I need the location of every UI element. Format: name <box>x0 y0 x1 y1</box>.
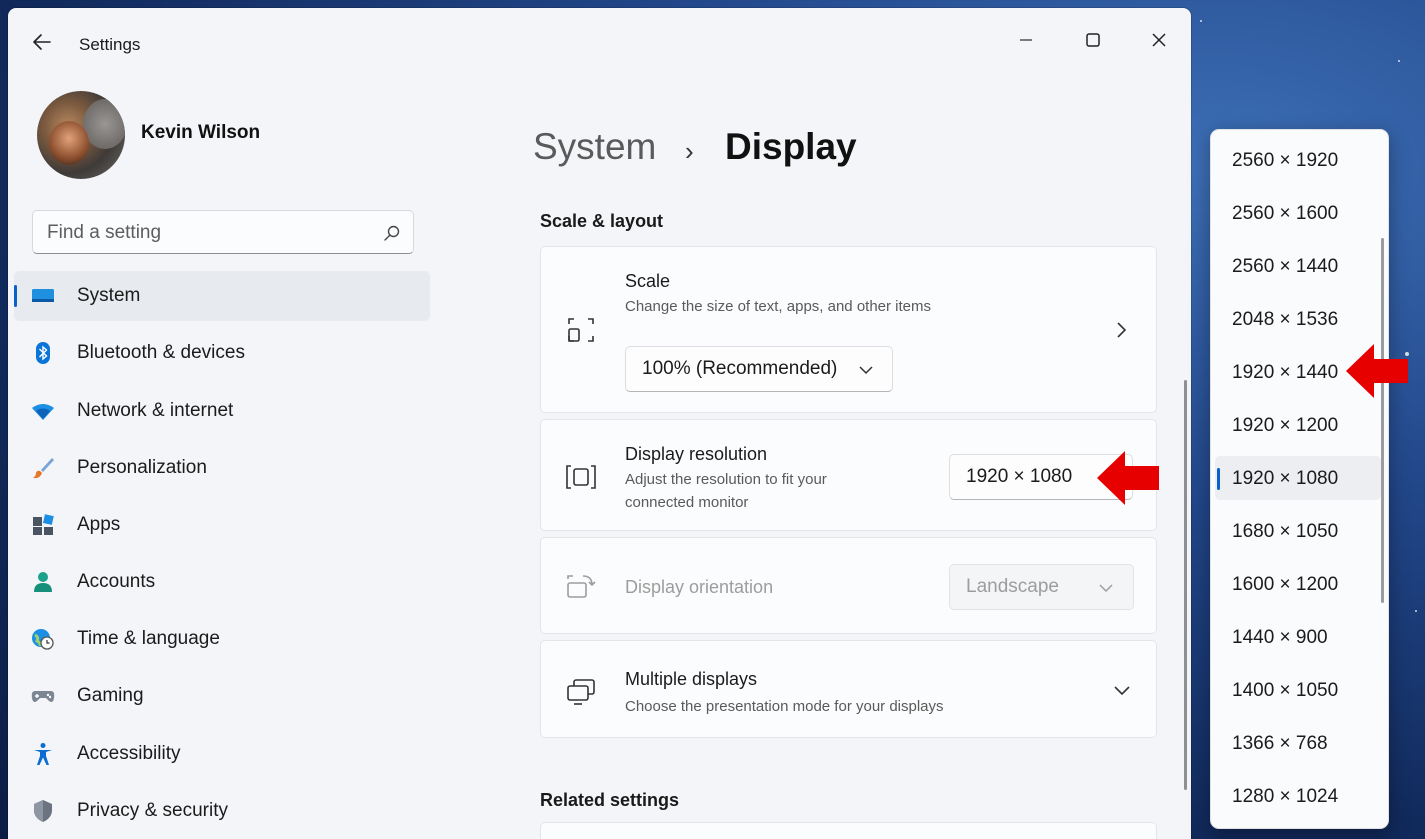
section-title-related: Related settings <box>540 790 680 810</box>
star <box>1398 60 1400 62</box>
resolution-option[interactable]: 2560 × 1600 <box>1215 191 1381 235</box>
minimize-icon <box>1020 39 1032 41</box>
sidebar-item-network[interactable]: Network & internet <box>14 386 430 436</box>
maximize-icon <box>1086 33 1100 47</box>
sidebar-item-label: Network & internet <box>77 400 234 421</box>
resolution-subtitle-2: connected monitor <box>625 494 749 511</box>
title-bar: Settings <box>8 8 1191 80</box>
chevron-down-icon <box>859 366 873 375</box>
scale-dropdown[interactable]: 100% (Recommended) <box>625 346 893 392</box>
selected-indicator <box>1217 468 1220 490</box>
main-scrollbar[interactable] <box>1184 380 1187 790</box>
multiple-displays-icon <box>567 679 595 705</box>
resolution-option[interactable]: 1440 × 900 <box>1215 615 1381 659</box>
resolution-option-selected[interactable]: 1920 × 1080 <box>1215 456 1381 500</box>
search-input[interactable]: Find a setting <box>32 210 414 254</box>
sidebar-item-accessibility[interactable]: Accessibility <box>14 729 430 779</box>
resolution-option[interactable]: 2048 × 1536 <box>1215 297 1381 341</box>
breadcrumb-parent[interactable]: System <box>533 126 656 168</box>
search-icon[interactable] <box>383 224 401 242</box>
sidebar-item-label: Accounts <box>77 571 156 592</box>
orientation-card: Display orientation Landscape <box>540 537 1157 634</box>
star <box>1200 20 1202 22</box>
person-icon <box>34 572 52 592</box>
resolution-dropdown-value: 1920 × 1080 <box>966 466 1073 487</box>
chevron-down-icon[interactable] <box>1113 681 1131 699</box>
section-title-scale-layout: Scale & layout <box>540 211 664 231</box>
sidebar-item-label: Time & language <box>77 628 220 649</box>
flyout-scrollbar[interactable] <box>1381 238 1384 603</box>
chevron-down-icon <box>1099 584 1113 593</box>
scale-subtitle: Change the size of text, apps, and other… <box>625 298 932 315</box>
maximize-button[interactable] <box>1070 20 1116 60</box>
orientation-icon <box>567 575 596 598</box>
back-button[interactable] <box>30 30 54 54</box>
resolution-option[interactable]: 1600 × 1200 <box>1215 562 1381 606</box>
back-arrow-icon <box>33 34 51 50</box>
resolution-option[interactable]: 1366 × 768 <box>1215 721 1381 765</box>
resolution-option[interactable]: 2560 × 1440 <box>1215 244 1381 288</box>
accessibility-icon <box>34 743 52 765</box>
scale-dropdown-value: 100% (Recommended) <box>642 358 838 379</box>
sidebar-item-label: Privacy & security <box>77 800 228 821</box>
resolution-option[interactable]: 1920 × 1200 <box>1215 403 1381 447</box>
annotation-arrow-icon <box>1346 344 1408 398</box>
resolution-option[interactable]: 1280 × 1024 <box>1215 774 1381 818</box>
breadcrumb-separator: › <box>685 136 694 166</box>
gamepad-icon <box>31 691 55 702</box>
resolution-option[interactable]: 2560 × 1920 <box>1215 138 1381 182</box>
annotation-arrow-icon <box>1097 451 1159 505</box>
close-icon <box>1152 33 1166 47</box>
sidebar-item-label: Bluetooth & devices <box>77 342 245 363</box>
active-indicator <box>14 285 17 307</box>
related-settings-card[interactable] <box>540 822 1157 839</box>
resolution-icon <box>566 465 596 489</box>
scale-title: Scale <box>625 271 671 291</box>
user-name: Kevin Wilson <box>141 122 261 143</box>
multiple-displays-card[interactable]: Multiple displays Choose the presentatio… <box>540 640 1157 738</box>
sidebar-item-label: Apps <box>77 514 121 535</box>
shield-icon <box>34 800 52 822</box>
orientation-title: Display orientation <box>625 577 774 597</box>
sidebar-item-label: Accessibility <box>77 743 181 764</box>
scale-icon <box>568 318 594 342</box>
search-placeholder: Find a setting <box>47 222 162 243</box>
apps-icon <box>33 514 54 535</box>
close-button[interactable] <box>1136 20 1182 60</box>
orientation-dropdown-value: Landscape <box>966 576 1059 597</box>
avatar[interactable] <box>37 91 125 179</box>
sidebar-item-accounts[interactable]: Accounts <box>14 557 430 607</box>
settings-window: Settings Kevin Wilson Find a setting Sys… <box>8 8 1191 839</box>
sidebar-item-system[interactable]: System <box>14 271 430 321</box>
sidebar-item-label: Personalization <box>77 457 207 478</box>
chevron-right-icon[interactable] <box>1112 321 1130 339</box>
multiple-displays-subtitle: Choose the presentation mode for your di… <box>625 698 944 715</box>
bluetooth-icon <box>36 342 50 364</box>
sidebar-item-personalization[interactable]: Personalization <box>14 443 430 493</box>
scale-card[interactable]: Scale Change the size of text, apps, and… <box>540 246 1157 413</box>
wifi-icon <box>32 404 54 420</box>
app-title: Settings <box>79 35 141 54</box>
sidebar-item-apps[interactable]: Apps <box>14 500 430 550</box>
star <box>1415 610 1417 612</box>
page-title: Display <box>725 126 857 167</box>
globe-clock-icon <box>32 629 54 650</box>
resolution-flyout: 2560 × 1920 2560 × 1600 2560 × 1440 2048… <box>1210 129 1389 829</box>
resolution-option[interactable]: 1680 × 1050 <box>1215 509 1381 553</box>
resolution-title: Display resolution <box>625 444 768 464</box>
orientation-dropdown: Landscape <box>949 564 1134 610</box>
sidebar-item-bluetooth[interactable]: Bluetooth & devices <box>14 328 430 378</box>
minimize-button[interactable] <box>1003 20 1049 60</box>
sidebar-item-label: System <box>77 285 141 306</box>
sidebar-item-label: Gaming <box>77 685 144 706</box>
sidebar-item-gaming[interactable]: Gaming <box>14 671 430 721</box>
monitor-icon <box>32 289 54 302</box>
multiple-displays-title: Multiple displays <box>625 669 758 689</box>
resolution-subtitle-1: Adjust the resolution to fit your <box>625 471 827 488</box>
brush-icon <box>33 458 54 479</box>
resolution-card[interactable]: Display resolution Adjust the resolution… <box>540 419 1157 531</box>
sidebar-item-privacy[interactable]: Privacy & security <box>14 786 430 836</box>
resolution-option[interactable]: 1400 × 1050 <box>1215 668 1381 712</box>
sidebar-item-time-language[interactable]: Time & language <box>14 614 430 664</box>
